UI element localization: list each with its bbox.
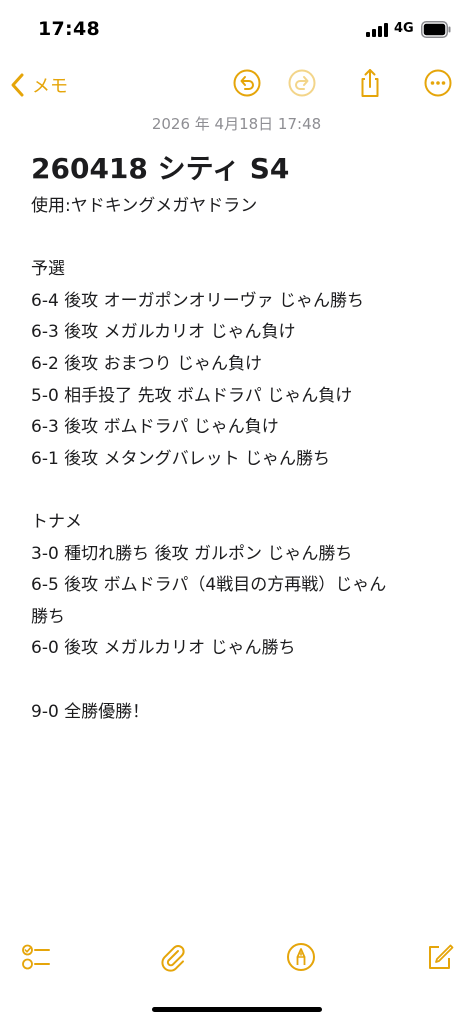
note-line: 6-5 後攻 ボムドラパ（4戦目の方再戦）じゃん [31, 575, 387, 596]
network-type: 4G [394, 21, 414, 36]
note-line: 6-3 後攻 ボムドラパ じゃん負け [31, 417, 279, 438]
back-button[interactable]: メモ [8, 68, 68, 102]
note-line: 予選 [31, 259, 65, 280]
paperclip-icon[interactable] [156, 940, 190, 974]
undo-icon[interactable] [230, 66, 264, 100]
share-icon[interactable] [353, 66, 387, 100]
note-line [31, 665, 451, 697]
note-title[interactable]: 260418 シティ S4 [31, 147, 289, 187]
chevron-left-icon [8, 71, 28, 99]
note-line: 6-3 後攻 メガルカリオ じゃん負け [31, 322, 296, 343]
note-line: 勝ち [31, 606, 65, 627]
compose-icon[interactable] [422, 940, 456, 974]
checklist-icon[interactable] [19, 940, 53, 974]
note-line: 使用:ヤドキングメガヤドラン [31, 196, 258, 216]
more-icon[interactable] [421, 66, 455, 100]
note-line: 9-0 全勝優勝！ [31, 701, 150, 722]
bottom-toolbar [0, 935, 473, 979]
note-body[interactable]: 使用:ヤドキングメガヤドラン 予選 6-4 後攻 オーガポンオリーヴァ じゃん勝… [31, 191, 451, 728]
home-indicator[interactable] [152, 1007, 322, 1012]
note-line: 6-4 後攻 オーガポンオリーヴァ じゃん勝ち [31, 290, 364, 311]
note-line: 6-1 後攻 メタングバレット じゃん勝ち [31, 448, 330, 469]
status-bar: 17:48 4G [0, 0, 473, 54]
status-time: 17:48 [38, 18, 100, 40]
note-line: 3-0 種切れ勝ち 後攻 ガルポン じゃん勝ち [31, 543, 353, 564]
note-line: 6-0 後攻 メガルカリオ じゃん勝ち [31, 638, 296, 659]
back-label: メモ [32, 76, 68, 97]
note-line: トナメ [31, 511, 82, 532]
note-line: 6-2 後攻 おまつり じゃん負け [31, 353, 262, 374]
markup-pen-icon[interactable] [284, 940, 318, 974]
note-line: 5-0 相手投了 先攻 ボムドラパ じゃん負け [31, 385, 353, 406]
note-line [31, 475, 451, 507]
redo-icon[interactable] [285, 66, 319, 100]
cellular-signal-icon [366, 23, 390, 37]
nav-bar: メモ [0, 60, 473, 110]
battery-icon [421, 21, 451, 38]
note-line [31, 223, 451, 255]
note-date: 2026 年 4月18日 17:48 [151, 115, 322, 133]
